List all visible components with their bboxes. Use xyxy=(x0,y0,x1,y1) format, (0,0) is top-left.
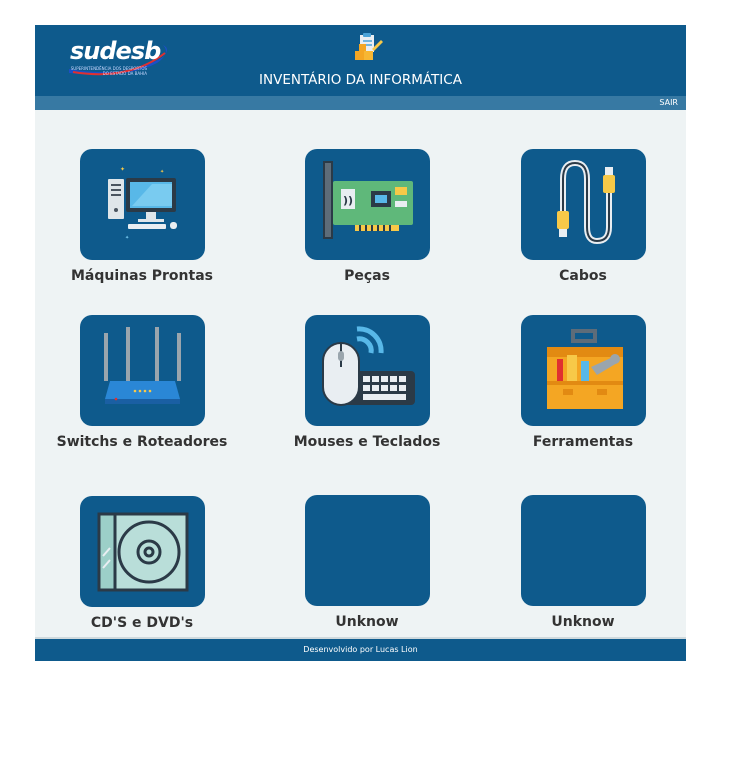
cd-icon xyxy=(97,512,188,592)
cable-icon xyxy=(556,159,615,245)
category-label[interactable]: Cabos xyxy=(493,268,673,285)
computer-icon: ✦ ✦ ✦ xyxy=(107,166,177,241)
category-label[interactable]: CD'S e DVD's xyxy=(52,615,232,632)
toolbox-icon xyxy=(546,329,623,409)
svg-text:✦: ✦ xyxy=(120,166,125,173)
category-card-mouses[interactable]: Mouses e Teclados xyxy=(277,315,457,451)
svg-text:✦: ✦ xyxy=(160,169,164,175)
category-card-ferramentas[interactable]: Ferramentas xyxy=(493,315,673,451)
app-window: sudesb SUPERINTENDÊNCIA DOS DESPORTOS DO… xyxy=(35,25,686,661)
category-label[interactable]: Switchs e Roteadores xyxy=(52,434,232,451)
category-card-maquinas[interactable]: ✦ ✦ ✦ Máquinas Prontas xyxy=(52,149,232,285)
category-label[interactable]: Máquinas Prontas xyxy=(52,268,232,285)
category-label[interactable]: Peças xyxy=(277,268,457,285)
logo-text: sudesb xyxy=(70,37,161,65)
category-tile[interactable] xyxy=(79,315,205,426)
category-card-unknow-2[interactable]: Unknow xyxy=(493,495,673,631)
category-label[interactable]: Unknow xyxy=(277,614,457,631)
category-tile[interactable]: )) xyxy=(304,149,430,260)
category-tile[interactable]: ✦ ✦ ✦ xyxy=(79,149,205,260)
category-tile[interactable] xyxy=(520,495,646,606)
page-title: INVENTÁRIO DA INFORMÁTICA xyxy=(259,72,462,88)
network-card-icon: )) xyxy=(322,161,413,239)
category-tile[interactable] xyxy=(304,315,430,426)
category-card-cds[interactable]: CD'S e DVD's xyxy=(52,496,232,632)
category-tile[interactable] xyxy=(520,149,646,260)
header: sudesb SUPERINTENDÊNCIA DOS DESPORTOS DO… xyxy=(35,25,686,96)
svg-text:✦: ✦ xyxy=(125,235,129,241)
inventory-icon xyxy=(354,31,384,63)
category-tile[interactable] xyxy=(79,496,205,607)
footer-credit: Desenvolvido por Lucas Lion xyxy=(303,645,418,654)
category-card-unknow-1[interactable]: Unknow xyxy=(277,495,457,631)
svg-text:)): )) xyxy=(343,194,353,207)
logout-link[interactable]: SAIR xyxy=(659,98,678,107)
router-icon xyxy=(103,327,181,404)
sub-header-bar: SAIR xyxy=(35,96,686,110)
mouse-keyboard-icon xyxy=(321,326,415,406)
category-tile[interactable] xyxy=(304,495,430,606)
category-card-pecas[interactable]: )) Peças xyxy=(277,149,457,285)
footer: Desenvolvido por Lucas Lion xyxy=(35,639,686,661)
category-label[interactable]: Mouses e Teclados xyxy=(277,434,457,451)
category-card-cabos[interactable]: Cabos xyxy=(493,149,673,285)
category-card-switchs[interactable]: Switchs e Roteadores xyxy=(52,315,232,451)
category-label[interactable]: Ferramentas xyxy=(493,434,673,451)
category-label[interactable]: Unknow xyxy=(493,614,673,631)
category-tile[interactable] xyxy=(520,315,646,426)
